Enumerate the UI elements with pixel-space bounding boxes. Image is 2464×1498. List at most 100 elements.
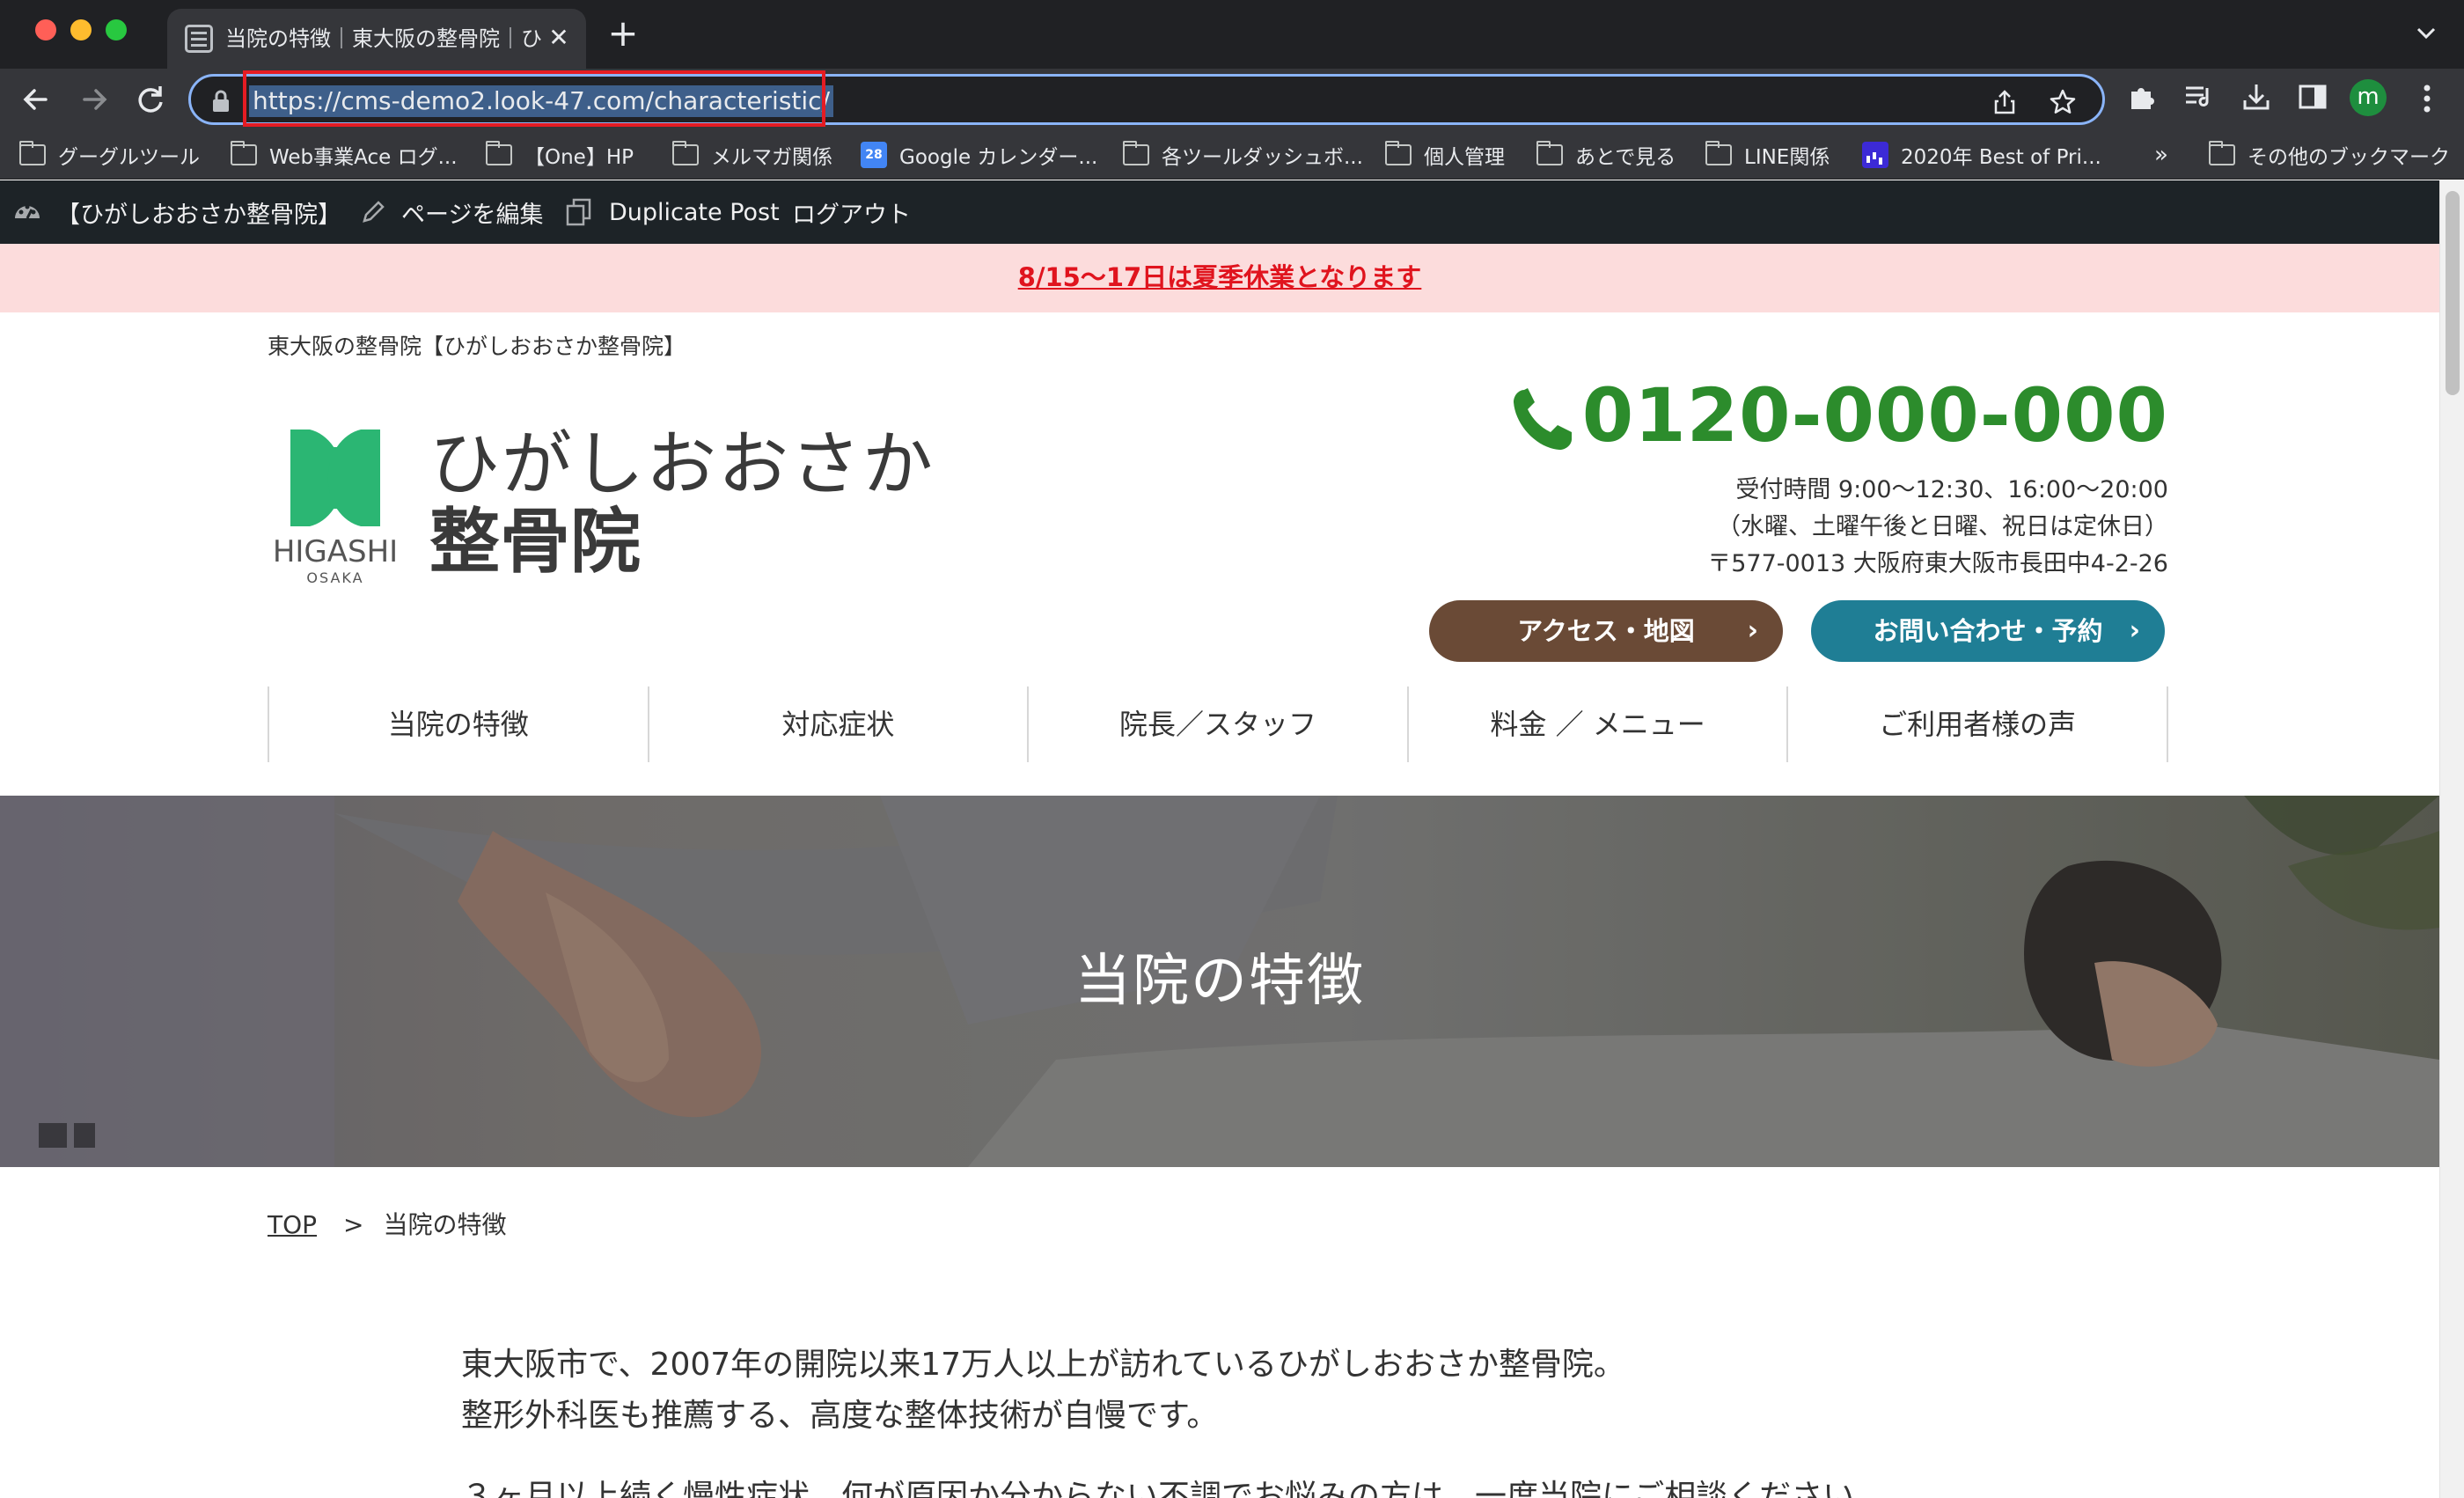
- scrollbar-thumb[interactable]: [2446, 191, 2460, 395]
- hero-banner: 当院の特徴: [0, 796, 2439, 1167]
- bookmark-label: 個人管理: [1424, 146, 1505, 169]
- folder-icon: [672, 141, 699, 165]
- back-arrow-icon[interactable]: [16, 79, 56, 120]
- nav-item-testimonials[interactable]: ご利用者様の声: [1788, 687, 2168, 762]
- folder-icon: [1123, 141, 1149, 165]
- chevron-right-icon: ›: [1747, 615, 1758, 646]
- logo-en2: OSAKA: [306, 569, 363, 586]
- breadcrumb: TOP > 当院の特徴: [268, 1208, 507, 1243]
- site-tagline: 東大阪の整骨院【ひがしおおさか整骨院】: [268, 334, 686, 359]
- close-tab-icon[interactable]: ✕: [544, 23, 574, 53]
- reading-list-icon[interactable]: [2181, 79, 2216, 114]
- new-tab-button[interactable]: +: [605, 15, 641, 52]
- chevron-right-icon: ›: [2129, 615, 2140, 646]
- access-map-button[interactable]: アクセス・地図 ›: [1429, 600, 1783, 662]
- bookmark-label: LINE関係: [1744, 146, 1830, 169]
- bookmark-label: グーグルツール: [58, 146, 200, 169]
- downloads-icon[interactable]: [2239, 79, 2274, 114]
- folder-icon: [1536, 141, 1563, 165]
- page-scrollbar[interactable]: [2439, 180, 2464, 1498]
- folder-icon: [1385, 141, 1412, 165]
- admin-edit-page[interactable]: ページを編集: [359, 196, 544, 229]
- browser-tab[interactable]: 当院の特徴｜東大阪の整骨院｜ひがしおおさか整骨院 ✕: [167, 9, 586, 69]
- browser-menu-icon[interactable]: [2420, 81, 2434, 116]
- extensions-puzzle-icon[interactable]: [2124, 79, 2160, 114]
- maximize-window-button[interactable]: [106, 19, 127, 40]
- hours-line: 受付時間 9:00〜12:30、16:00〜20:00: [1735, 476, 2168, 503]
- wp-admin-bar: 【ひがしおおさか整骨院】 ページを編集 Duplicate Post ログアウト: [0, 180, 2439, 244]
- profile-avatar[interactable]: m: [2350, 79, 2387, 116]
- bookmark-best-of[interactable]: 2020年 Best of Pri...: [1862, 139, 2101, 171]
- admin-duplicate-post[interactable]: Duplicate Post: [563, 196, 780, 228]
- admin-logout[interactable]: ログアウト: [792, 196, 911, 229]
- folder-icon: [2209, 141, 2235, 165]
- bookmark-later[interactable]: あとで見る: [1536, 139, 1676, 171]
- calendar-icon: 28: [861, 142, 887, 168]
- lock-icon[interactable]: [210, 89, 231, 114]
- bookmark-label: Google カレンダー...: [899, 146, 1098, 169]
- nav-item-pricing[interactable]: 料金 ／ メニュー: [1409, 687, 1789, 762]
- logo-text-line1: ひがしおおさか: [429, 423, 935, 505]
- reload-icon[interactable]: [130, 79, 171, 120]
- global-nav: 当院の特徴 対応症状 院長／スタッフ 料金 ／ メニュー ご利用者様の声: [268, 687, 2168, 762]
- intro-line-3: ３ヶ月以上続く慢性症状、何が原因か分からない不調でお悩みの方は、一度当院にご相談…: [461, 1479, 1887, 1498]
- notice-banner: 8/15〜17日は夏季休業となります: [0, 244, 2439, 312]
- intro-line-1: 東大阪市で、2007年の開院以来17万人以上が訪れているひがしおおさか整骨院。: [461, 1347, 1625, 1383]
- bookmark-star-icon[interactable]: [2048, 87, 2078, 117]
- notice-link[interactable]: 8/15〜17日は夏季休業となります: [1018, 261, 1422, 293]
- bookmark-label: あとで見る: [1575, 146, 1676, 169]
- bookmark-label: メルマガ関係: [711, 146, 832, 169]
- contact-reserve-button[interactable]: お問い合わせ・予約 ›: [1811, 600, 2165, 662]
- bookmark-one-hp[interactable]: 【One】HP: [486, 139, 634, 171]
- nav-item-staff[interactable]: 院長／スタッフ: [1029, 687, 1409, 762]
- tab-search-chevron-icon[interactable]: [2413, 19, 2439, 46]
- breadcrumb-separator: >: [343, 1210, 364, 1239]
- chart-icon: [1862, 142, 1888, 168]
- bookmark-label: Web事業Ace ログ...: [269, 146, 458, 169]
- dashboard-gauge-icon: [12, 197, 42, 227]
- bookmark-mailmag[interactable]: メルマガ関係: [672, 139, 832, 171]
- intro-line-2: 整形外科医も推薦する、高度な整体技術が自慢です。: [461, 1398, 1219, 1434]
- phone-number-text: 0120-000-000: [1581, 372, 2168, 459]
- phone-number[interactable]: 0120-000-000: [1512, 372, 2168, 459]
- closed-days-line: （水曜、土曜午後と日曜、祝日は定休日）: [1717, 513, 2168, 540]
- site-logo[interactable]: HIGASHI OSAKA ひがしおおさか 整骨院: [268, 422, 933, 586]
- logo-mark-icon: HIGASHI OSAKA: [268, 430, 403, 588]
- close-window-button[interactable]: [35, 19, 56, 40]
- forward-arrow-icon[interactable]: [74, 79, 114, 120]
- minimize-window-button[interactable]: [70, 19, 92, 40]
- folder-icon: [231, 141, 257, 165]
- logo-en1: HIGASHI: [273, 534, 398, 569]
- bookmark-personal[interactable]: 個人管理: [1385, 139, 1505, 171]
- folder-icon: [19, 141, 46, 165]
- access-label: アクセス・地図: [1517, 616, 1695, 646]
- bookmark-label: 2020年 Best of Pri...: [1901, 146, 2101, 169]
- tab-title: 当院の特徴｜東大阪の整骨院｜ひがしおおさか整骨院: [225, 26, 542, 51]
- contact-label: お問い合わせ・予約: [1873, 616, 2103, 646]
- bookmark-google-calendar[interactable]: 28 Google カレンダー...: [861, 139, 1097, 171]
- admin-duplicate-label: Duplicate Post: [609, 198, 780, 226]
- folder-icon: [486, 141, 512, 165]
- bookmarks-overflow-button[interactable]: »: [2154, 139, 2168, 171]
- pencil-icon: [359, 198, 387, 226]
- folder-icon: [1705, 141, 1732, 165]
- bookmark-line[interactable]: LINE関係: [1705, 139, 1830, 171]
- bookmark-google-tools[interactable]: グーグルツール: [19, 139, 200, 171]
- side-panel-icon[interactable]: [2295, 79, 2330, 114]
- nav-item-features[interactable]: 当院の特徴: [269, 687, 649, 762]
- nav-item-symptoms[interactable]: 対応症状: [649, 687, 1030, 762]
- admin-edit-label: ページを編集: [401, 201, 544, 229]
- bookmark-label: 【One】HP: [524, 146, 634, 169]
- bookmark-label: 各ツールダッシュボ...: [1162, 146, 1363, 169]
- bookmark-label: その他のブックマーク: [2248, 146, 2450, 169]
- share-icon[interactable]: [1990, 87, 2020, 117]
- breadcrumb-home-link[interactable]: TOP: [268, 1210, 317, 1239]
- page-favicon-icon: [185, 25, 213, 53]
- admin-site-name[interactable]: 【ひがしおおさか整骨院】: [12, 196, 341, 229]
- bookmark-web-ace[interactable]: Web事業Ace ログ...: [231, 139, 458, 171]
- phone-icon: [1512, 383, 1573, 450]
- bookmark-tool-dashboard[interactable]: 各ツールダッシュボ...: [1123, 139, 1363, 171]
- breadcrumb-current: 当院の特徴: [383, 1210, 507, 1239]
- duplicate-icon: [563, 196, 595, 228]
- other-bookmarks[interactable]: その他のブックマーク: [2209, 139, 2450, 171]
